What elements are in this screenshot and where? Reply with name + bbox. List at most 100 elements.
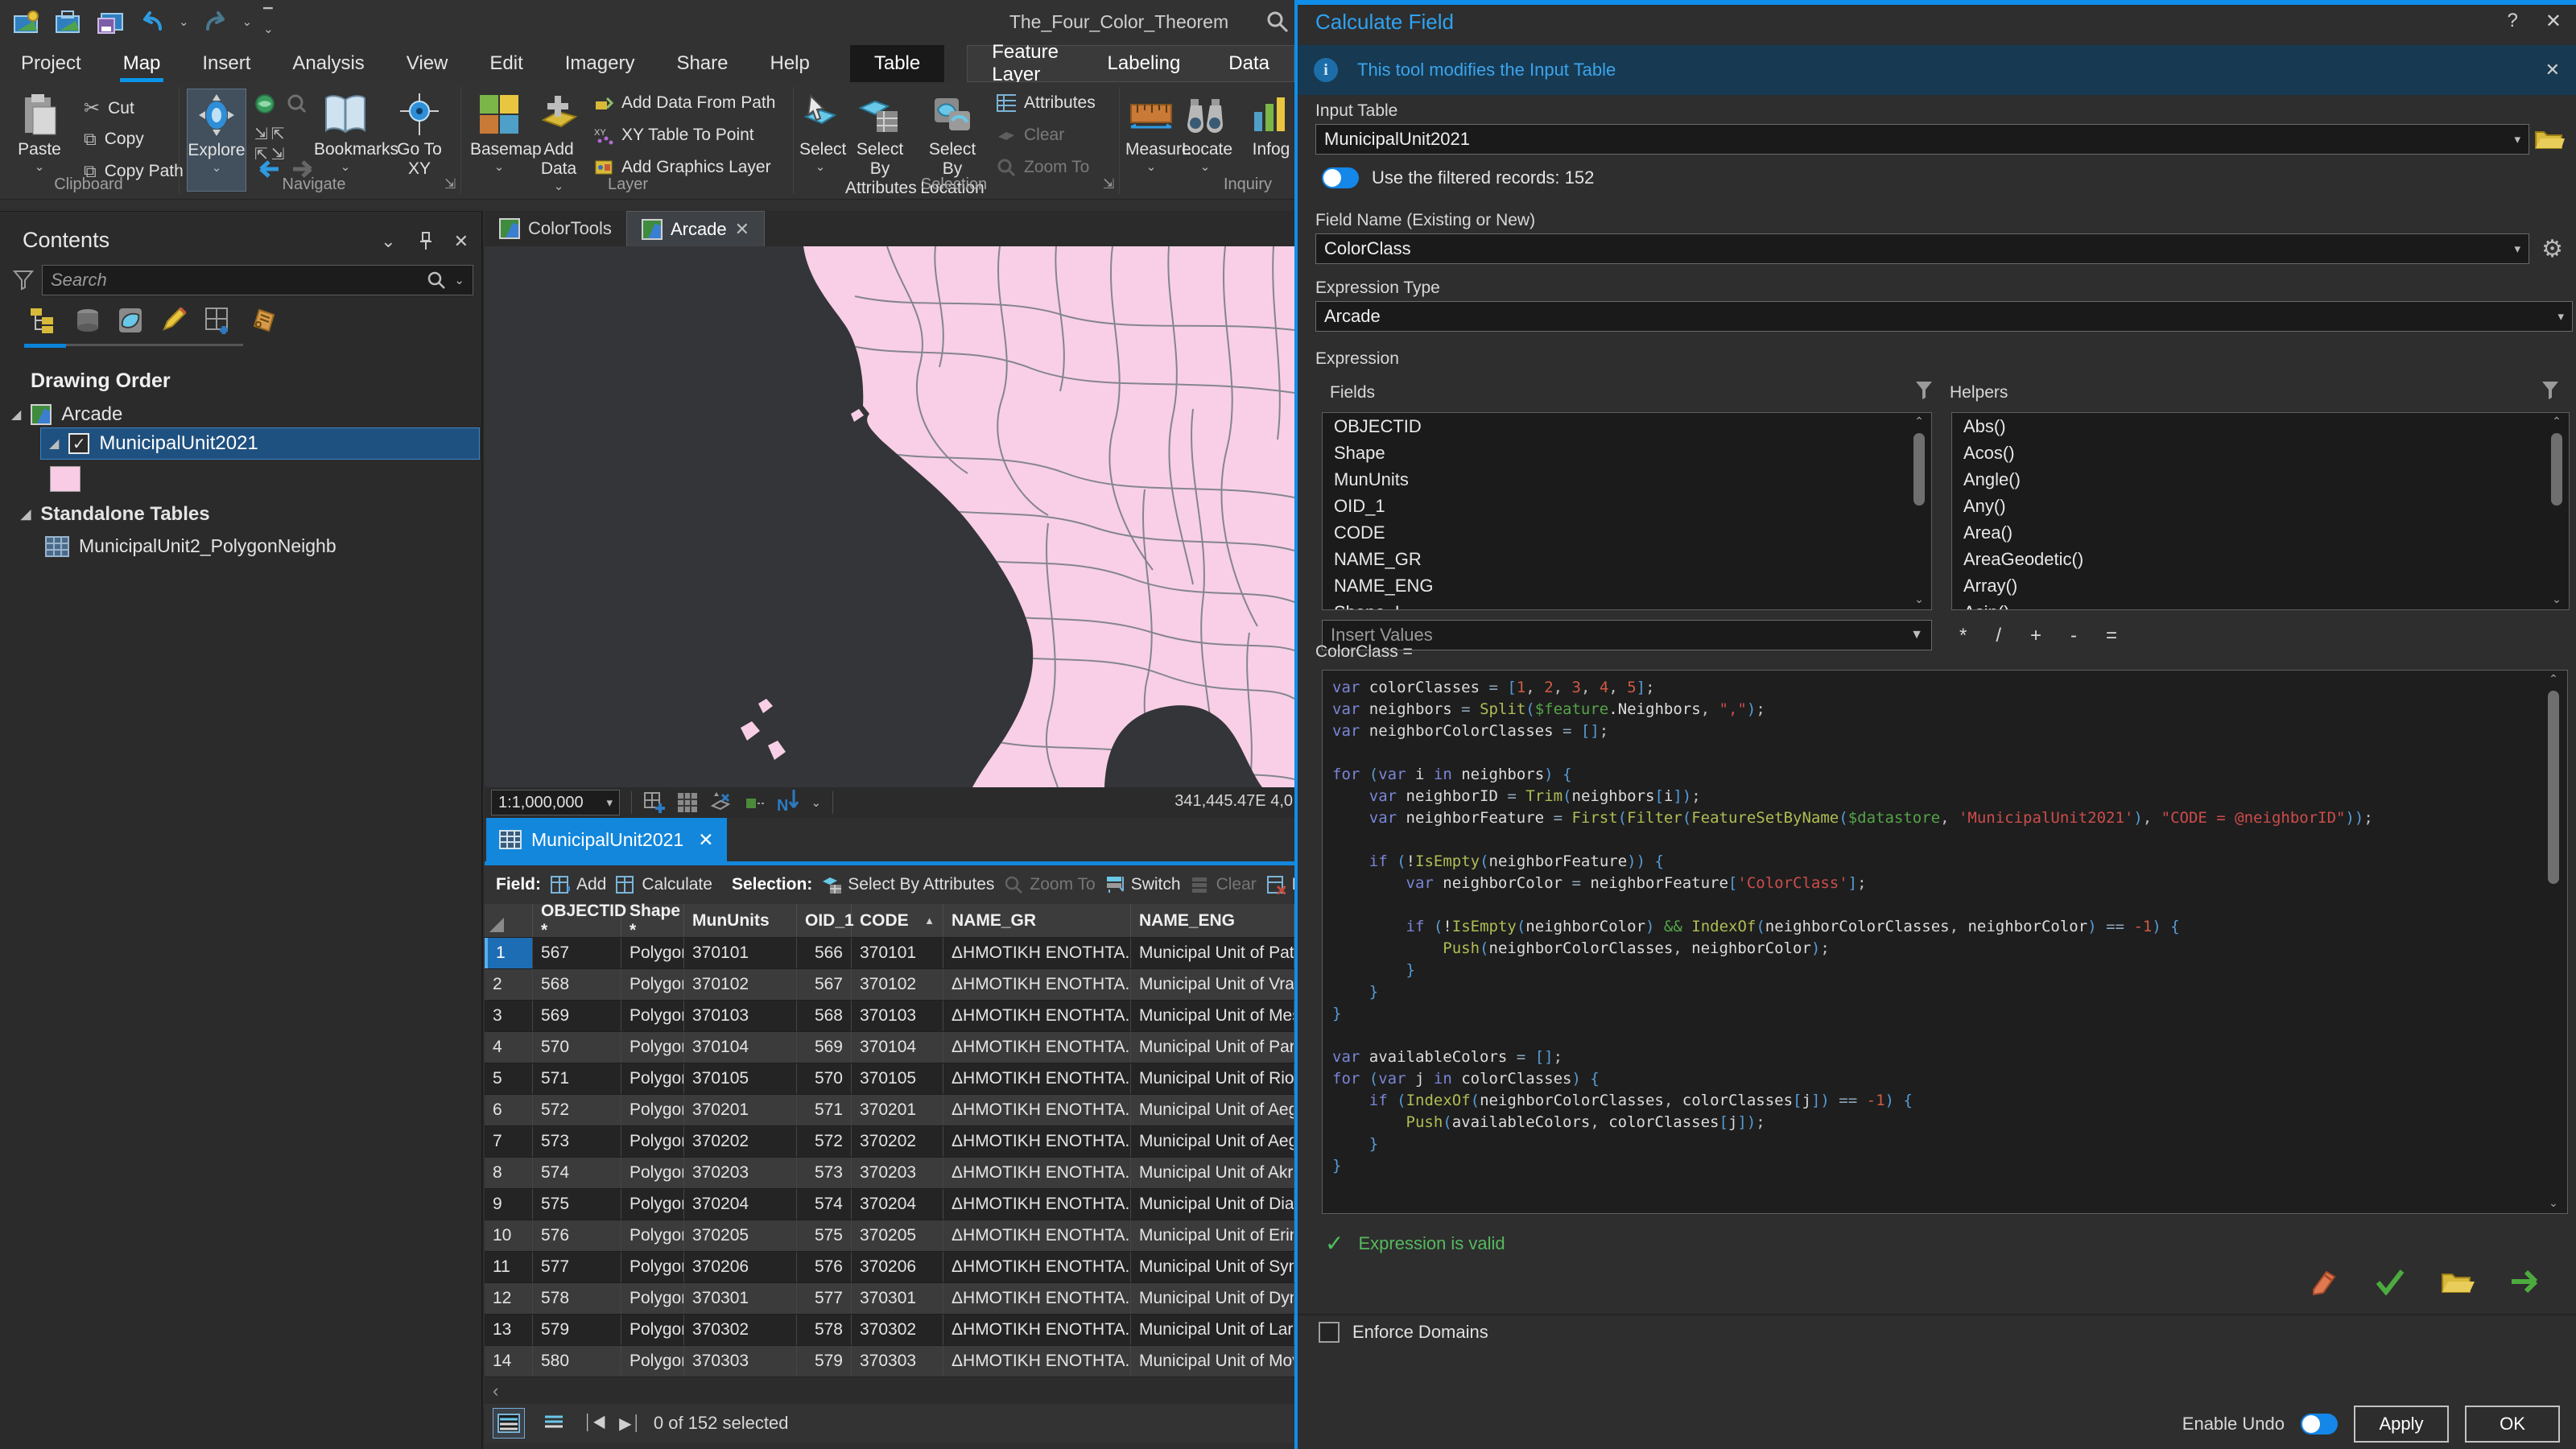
ribbon-tab-share[interactable]: Share: [655, 45, 749, 82]
scroll-up-icon[interactable]: ⌃: [2549, 672, 2558, 686]
table-row[interactable]: 1567Polygon370101566370101ΔΗΜΟΤΙΚΗ ΕΝΟΤΗ…: [485, 938, 1294, 969]
bookmarks-button[interactable]: Bookmarks ⌄: [314, 89, 377, 174]
table-horizontal-scrollbar[interactable]: ‹: [485, 1378, 1294, 1404]
save-project-icon[interactable]: [95, 6, 126, 37]
list-by-snapping-icon[interactable]: [203, 307, 232, 334]
table-row[interactable]: 6572Polygon370201571370201ΔΗΜΟΤΙΚΗ ΕΝΟΤΗ…: [485, 1095, 1294, 1126]
layer-symbol-swatch[interactable]: [50, 466, 80, 492]
table-row[interactable]: 12578Polygon370301577370301ΔΗΜΟΤΙΚΗ ΕΝΟΤ…: [485, 1283, 1294, 1315]
filter-icon[interactable]: [13, 270, 34, 291]
list-by-data-source-icon[interactable]: [74, 307, 101, 334]
north-arrow-icon[interactable]: N: [777, 790, 799, 815]
table-row[interactable]: 7573Polygon370202572370202ΔΗΜΟΤΙΚΗ ΕΝΟΤΗ…: [485, 1126, 1294, 1158]
select-all-corner[interactable]: [485, 904, 533, 937]
close-tab-icon[interactable]: ✕: [698, 829, 713, 851]
collapse-icon[interactable]: ◢: [49, 436, 59, 452]
column-header-nameeng[interactable]: NAME_ENG: [1131, 904, 1294, 937]
add-field-button[interactable]: Add: [551, 875, 606, 894]
tree-item-standalone-tables[interactable]: ◢ Standalone Tables: [21, 503, 210, 526]
row-number[interactable]: 5: [485, 1063, 533, 1094]
search-options-icon[interactable]: ⌄: [454, 273, 464, 287]
column-header-objectid[interactable]: OBJECTID *: [533, 904, 621, 937]
layer-visibility-checkbox[interactable]: ✓: [68, 433, 89, 454]
switch-selection-button[interactable]: Switch: [1105, 875, 1181, 894]
close-panel-icon[interactable]: ✕: [2545, 10, 2562, 33]
enforce-domains-checkbox[interactable]: [1319, 1322, 1340, 1343]
map-canvas[interactable]: [485, 246, 1294, 787]
operator-button[interactable]: -: [2070, 625, 2077, 647]
field-item[interactable]: NAME_ENG: [1323, 572, 1931, 599]
column-header-mununits[interactable]: MunUnits: [684, 904, 797, 937]
add-graphics-layer-button[interactable]: Add Graphics Layer: [594, 158, 771, 177]
export-expression-icon[interactable]: [2307, 1265, 2339, 1298]
row-number[interactable]: 12: [485, 1283, 533, 1314]
table-view-icon[interactable]: [493, 1408, 525, 1439]
column-header-code[interactable]: CODE▲: [852, 904, 943, 937]
last-record-button[interactable]: ▶⏐: [619, 1414, 641, 1434]
ribbon-tab-project[interactable]: Project: [0, 45, 102, 82]
field-item[interactable]: MunUnits: [1323, 466, 1931, 493]
calculate-field-button[interactable]: Calculate: [616, 875, 712, 894]
table-row[interactable]: 2568Polygon370102567370102ΔΗΜΟΤΙΚΗ ΕΝΟΤΗ…: [485, 969, 1294, 1001]
scroll-up-icon[interactable]: ⌃: [2552, 415, 2562, 428]
collapse-icon[interactable]: ◢: [21, 506, 31, 522]
table-row[interactable]: 14580Polygon370303579370303ΔΗΜΟΤΙΚΗ ΕΝΟΤ…: [485, 1346, 1294, 1377]
verify-expression-icon[interactable]: [2375, 1268, 2405, 1295]
status-options-icon[interactable]: ⌄: [811, 795, 821, 810]
browse-folder-icon[interactable]: [2534, 126, 2565, 151]
field-item[interactable]: Shape_L: [1323, 599, 1931, 610]
expression-type-select[interactable]: Arcade▾: [1315, 301, 2573, 332]
ribbon-tab-help[interactable]: Help: [749, 45, 831, 82]
customize-toolbar-icon[interactable]: ▔⌄: [263, 7, 272, 36]
scroll-down-icon[interactable]: ⌄: [2549, 1196, 2558, 1210]
ribbon-tab-labeling[interactable]: Labeling: [1084, 46, 1205, 81]
helper-item[interactable]: Abs(): [1952, 413, 2569, 440]
helper-item[interactable]: Area(): [1952, 519, 2569, 546]
field-item[interactable]: CODE: [1323, 519, 1931, 546]
table-row[interactable]: 4570Polygon370104569370104ΔΗΜΟΤΙΚΗ ΕΝΟΤΗ…: [485, 1032, 1294, 1063]
filtered-records-toggle[interactable]: [1322, 167, 1359, 188]
list-by-selection-icon[interactable]: [118, 307, 143, 334]
map-tab-arcade[interactable]: Arcade✕: [626, 211, 765, 246]
row-number[interactable]: 4: [485, 1032, 533, 1063]
measure-button[interactable]: Measure ⌄: [1125, 89, 1177, 174]
scroll-down-icon[interactable]: ⌄: [2552, 592, 2562, 606]
row-number[interactable]: 3: [485, 1001, 533, 1031]
helper-item[interactable]: Asin(): [1952, 599, 2569, 610]
attributes-button[interactable]: Attributes: [997, 93, 1096, 113]
apply-button[interactable]: Apply: [2354, 1406, 2449, 1443]
clear-selection-button[interactable]: Clear: [1191, 875, 1257, 894]
scrollbar-thumb[interactable]: [2551, 433, 2562, 506]
helper-item[interactable]: Angle(): [1952, 466, 2569, 493]
zoom-to-selection-button[interactable]: Zoom To: [997, 158, 1089, 177]
helpers-listbox[interactable]: ⌃⌄ Abs()Acos()Angle()Any()Area()AreaGeod…: [1951, 412, 2570, 610]
scrollbar-thumb[interactable]: [1913, 433, 1925, 506]
tree-item-layer-selected[interactable]: ◢ ✓ MunicipalUnit2021: [40, 427, 480, 460]
table-row[interactable]: 11577Polygon370206576370206ΔΗΜΟΤΙΚΗ ΕΝΟΤ…: [485, 1252, 1294, 1283]
redo-icon[interactable]: [200, 6, 231, 37]
table-row[interactable]: 3569Polygon370103568370103ΔΗΜΟΤΙΚΗ ΕΝΟΤΗ…: [485, 1001, 1294, 1032]
ribbon-tab-data[interactable]: Data: [1204, 46, 1294, 81]
ribbon-tab-edit[interactable]: Edit: [469, 45, 543, 82]
operator-button[interactable]: *: [1959, 625, 1967, 647]
paste-button[interactable]: Paste ⌄: [8, 89, 71, 174]
insert-values-select[interactable]: Insert Values▼: [1322, 620, 1932, 650]
tree-item-map[interactable]: ◢ Arcade: [11, 403, 122, 426]
xy-table-to-point-button[interactable]: XY XY Table To Point: [594, 126, 754, 145]
clear-selection-button[interactable]: Clear: [997, 126, 1064, 145]
helper-item[interactable]: AreaGeodetic(): [1952, 546, 2569, 572]
close-tab-icon[interactable]: ✕: [735, 219, 749, 240]
table-row[interactable]: 13579Polygon370302578370302ΔΗΜΟΤΙΚΗ ΕΝΟΤ…: [485, 1315, 1294, 1346]
ribbon-tab-view[interactable]: View: [386, 45, 469, 82]
table-row[interactable]: 10576Polygon370205575370205ΔΗΜΟΤΙΚΗ ΕΝΟΤ…: [485, 1220, 1294, 1252]
form-view-icon[interactable]: [538, 1408, 570, 1439]
contents-search-input[interactable]: Search ⌄: [42, 265, 473, 295]
row-number[interactable]: 6: [485, 1095, 533, 1125]
tab-table[interactable]: Table: [850, 45, 944, 82]
layer-snap-icon[interactable]: [745, 792, 766, 813]
helper-item[interactable]: Array(): [1952, 572, 2569, 599]
zoom-to-button[interactable]: Zoom To: [1004, 875, 1095, 894]
scroll-down-icon[interactable]: ⌄: [1914, 592, 1924, 606]
row-number[interactable]: 9: [485, 1189, 533, 1220]
select-by-attributes-button[interactable]: Select By Attributes: [822, 875, 994, 894]
